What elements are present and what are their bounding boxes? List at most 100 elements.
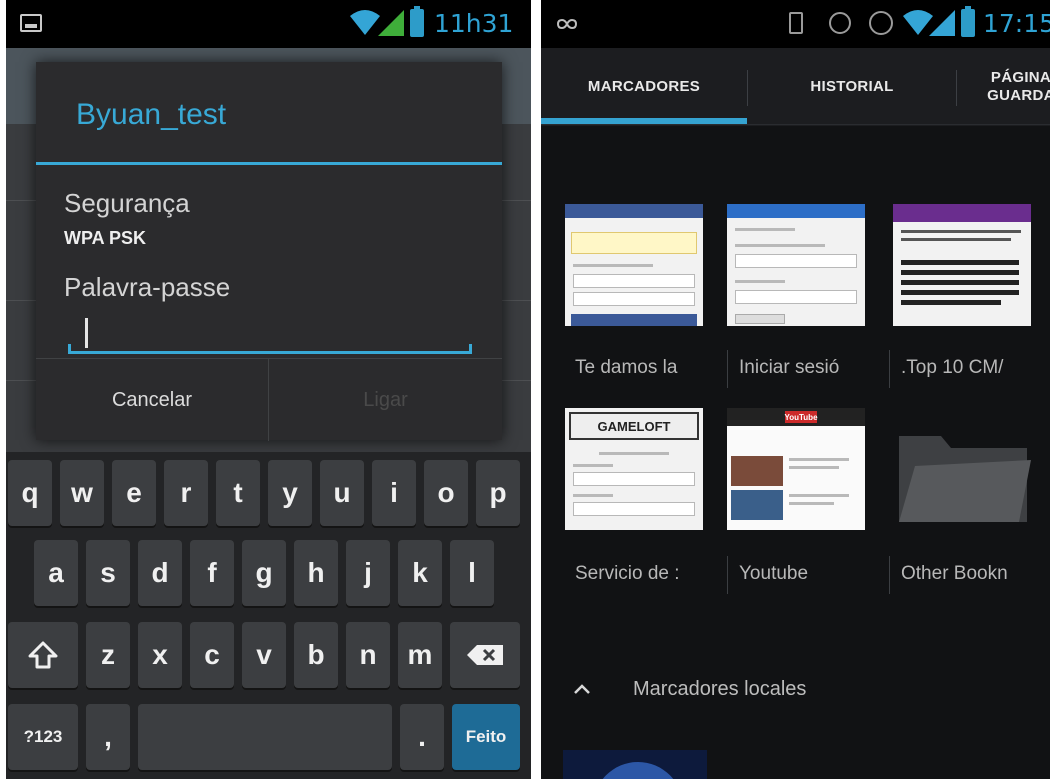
dialog-title: Byuan_test bbox=[76, 98, 227, 131]
tab-bookmarks[interactable]: MARCADORES bbox=[541, 48, 747, 126]
period-key[interactable]: . bbox=[400, 704, 444, 770]
vibrate-icon bbox=[789, 12, 803, 34]
thumb-line bbox=[901, 230, 1021, 233]
soft-keyboard: q w e r t y u i o p a s d f g h j k l z … bbox=[6, 452, 531, 779]
thumb-line bbox=[901, 280, 1019, 285]
infinity-icon bbox=[557, 18, 577, 30]
symbols-key[interactable]: ?123 bbox=[8, 704, 78, 770]
bookmark-thumbnail-5[interactable]: YouTube bbox=[727, 408, 865, 530]
thumb-field bbox=[573, 274, 695, 288]
tab-history[interactable]: HISTORIAL bbox=[748, 48, 956, 126]
thumb-notice bbox=[571, 232, 697, 254]
bookmark-separator bbox=[727, 556, 728, 594]
video-thumb bbox=[731, 490, 783, 520]
key-c[interactable]: c bbox=[190, 622, 234, 688]
key-y[interactable]: y bbox=[268, 460, 312, 526]
status-time: 11h31 bbox=[434, 9, 514, 38]
thumb-line bbox=[573, 264, 653, 267]
done-key[interactable]: Feito bbox=[452, 704, 520, 770]
key-d[interactable]: d bbox=[138, 540, 182, 606]
key-s[interactable]: s bbox=[86, 540, 130, 606]
key-k[interactable]: k bbox=[398, 540, 442, 606]
wifi-icon bbox=[350, 10, 380, 35]
local-bookmarks-header[interactable]: Marcadores locales bbox=[541, 664, 1050, 716]
shift-key[interactable] bbox=[8, 622, 78, 688]
alarm-icon bbox=[869, 11, 893, 35]
key-b[interactable]: b bbox=[294, 622, 338, 688]
thumb-field bbox=[735, 290, 857, 304]
signal-icon bbox=[929, 10, 955, 36]
thumb-line bbox=[901, 260, 1019, 265]
key-g[interactable]: g bbox=[242, 540, 286, 606]
key-w[interactable]: w bbox=[60, 460, 104, 526]
bookmark-label-1[interactable]: Te damos la bbox=[575, 342, 725, 394]
security-label: Segurança bbox=[64, 188, 190, 218]
dialog-button-bar: Cancelar Ligar bbox=[36, 358, 502, 441]
thumb-button bbox=[735, 314, 785, 324]
key-e[interactable]: e bbox=[112, 460, 156, 526]
thumb-field bbox=[573, 472, 695, 486]
wifi-connect-dialog: Byuan_test Segurança WPA PSK Palavra-pas… bbox=[36, 62, 502, 441]
key-j[interactable]: j bbox=[346, 540, 390, 606]
password-input[interactable] bbox=[68, 318, 472, 354]
connect-button[interactable]: Ligar bbox=[269, 359, 502, 441]
key-f[interactable]: f bbox=[190, 540, 234, 606]
sync-icon bbox=[829, 12, 851, 34]
key-p[interactable]: p bbox=[476, 460, 520, 526]
key-r[interactable]: r bbox=[164, 460, 208, 526]
key-n[interactable]: n bbox=[346, 622, 390, 688]
bookmark-thumbnail-2[interactable] bbox=[727, 204, 865, 326]
key-v[interactable]: v bbox=[242, 622, 286, 688]
bookmark-label-5[interactable]: Youtube bbox=[739, 548, 885, 600]
status-bar: 11h31 bbox=[6, 0, 531, 48]
key-h[interactable]: h bbox=[294, 540, 338, 606]
signal-icon bbox=[378, 10, 404, 36]
text-cursor bbox=[85, 318, 88, 348]
thumb-field bbox=[573, 502, 695, 516]
browser-bookmarks-screen: 17:15 MARCADORES HISTORIAL PÁGINA GUARDA bbox=[541, 0, 1050, 779]
wifi-password-screen: 11h31 Byuan_test Segurança WPA PSK Palav… bbox=[6, 0, 531, 779]
key-x[interactable]: x bbox=[138, 622, 182, 688]
thumb-field bbox=[573, 292, 695, 306]
thumb-line bbox=[599, 452, 669, 455]
key-a[interactable]: a bbox=[34, 540, 78, 606]
notification-icon bbox=[20, 14, 42, 32]
tabs-divider bbox=[541, 124, 1050, 125]
bookmark-thumbnail-3[interactable] bbox=[893, 204, 1031, 326]
title-divider bbox=[36, 162, 502, 165]
tab-saved-pages[interactable]: PÁGINA GUARDA bbox=[981, 48, 1050, 126]
bookmark-separator bbox=[889, 350, 890, 388]
key-z[interactable]: z bbox=[86, 622, 130, 688]
bookmark-label-6[interactable]: Other Bookn bbox=[901, 548, 1050, 600]
thumb-line bbox=[789, 458, 849, 461]
security-value: WPA PSK bbox=[64, 228, 147, 248]
backspace-icon bbox=[467, 645, 503, 665]
key-m[interactable]: m bbox=[398, 622, 442, 688]
input-underline bbox=[68, 351, 472, 354]
key-i[interactable]: i bbox=[372, 460, 416, 526]
space-key[interactable] bbox=[138, 704, 392, 770]
local-bookmark-thumbnail[interactable] bbox=[563, 750, 707, 779]
key-o[interactable]: o bbox=[424, 460, 468, 526]
key-u[interactable]: u bbox=[320, 460, 364, 526]
key-l[interactable]: l bbox=[450, 540, 494, 606]
status-time: 17:15 bbox=[983, 9, 1050, 38]
bookmark-label-2[interactable]: Iniciar sesió bbox=[739, 342, 885, 394]
key-q[interactable]: q bbox=[8, 460, 52, 526]
backspace-key[interactable] bbox=[450, 622, 520, 688]
bookmark-thumbnail-1[interactable] bbox=[565, 204, 703, 326]
youtube-logo: YouTube bbox=[784, 411, 818, 423]
thumb-line bbox=[789, 494, 849, 497]
bookmark-separator bbox=[889, 556, 890, 594]
cancel-button[interactable]: Cancelar bbox=[36, 359, 269, 441]
folder-icon[interactable] bbox=[893, 426, 1033, 526]
bookmark-thumbnail-4[interactable]: GAMELOFT bbox=[565, 408, 703, 530]
bookmark-label-3[interactable]: .Top 10 CM/ bbox=[901, 342, 1050, 394]
bookmark-separator bbox=[727, 350, 728, 388]
key-t[interactable]: t bbox=[216, 460, 260, 526]
thumb-line bbox=[901, 238, 1011, 241]
bookmark-label-4[interactable]: Servicio de : bbox=[575, 548, 725, 600]
bookmark-tabs: MARCADORES HISTORIAL PÁGINA GUARDA bbox=[541, 48, 1050, 126]
comma-key[interactable]: , bbox=[86, 704, 130, 770]
battery-icon bbox=[410, 6, 424, 37]
